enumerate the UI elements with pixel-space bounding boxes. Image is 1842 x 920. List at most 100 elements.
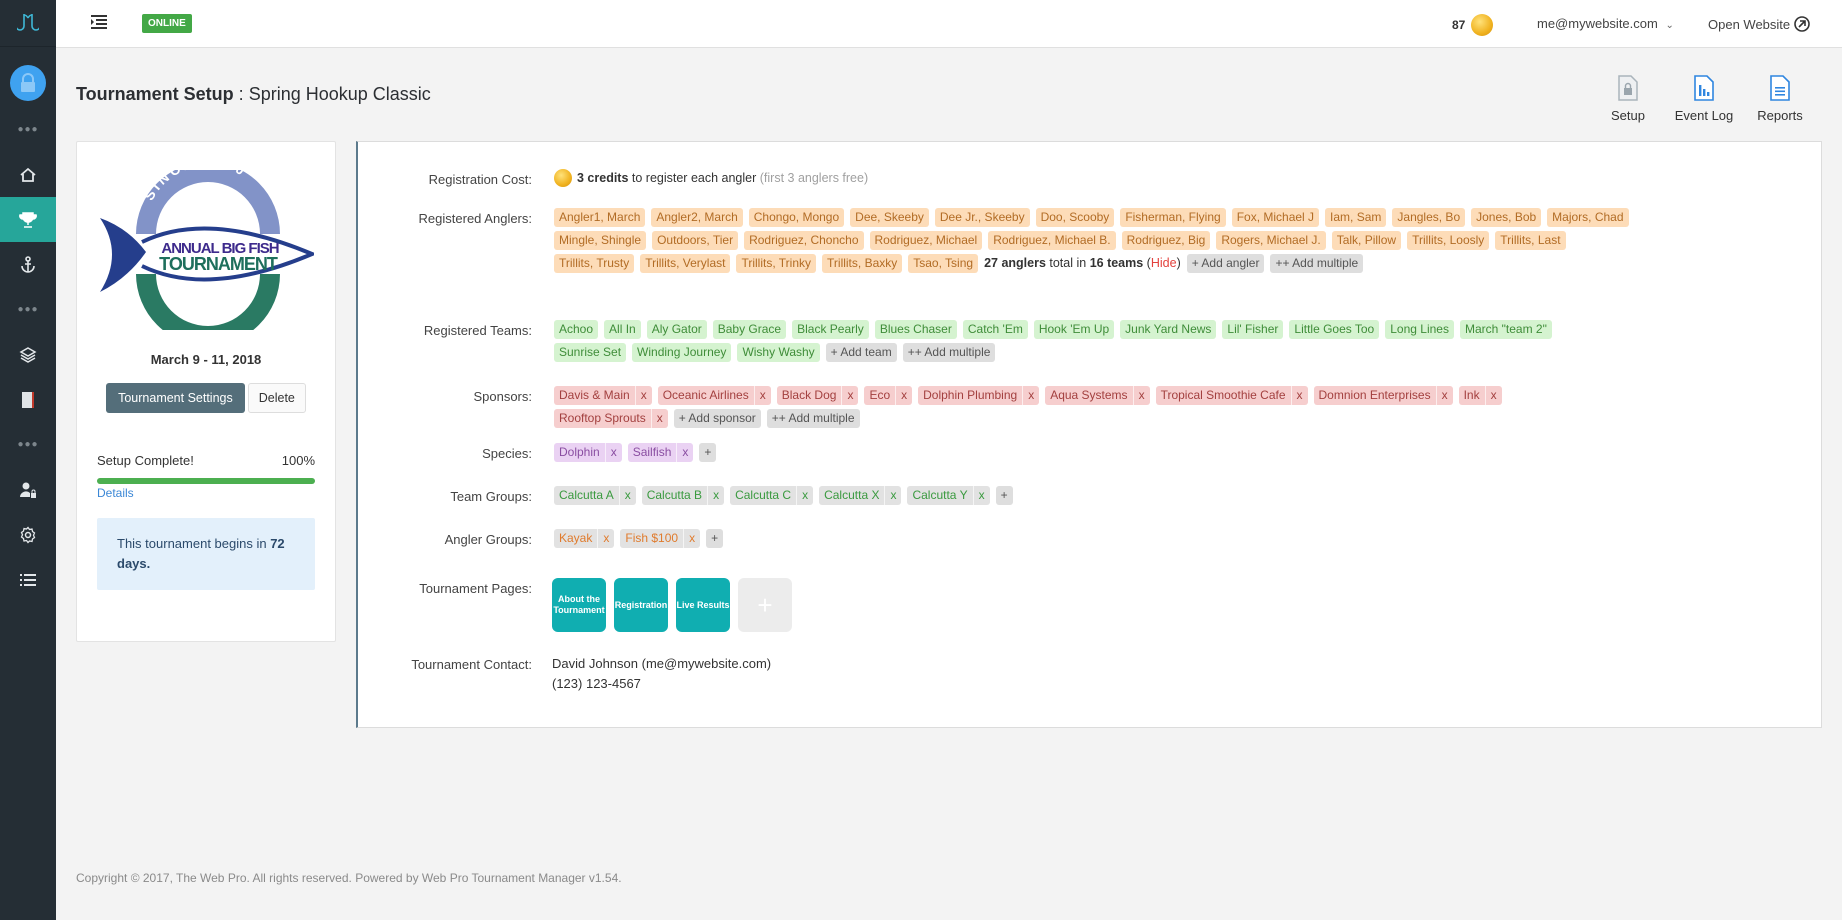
angler-chip[interactable]: Iam, Sam [1325, 208, 1387, 227]
remove-species-chip-button[interactable]: x [676, 443, 693, 462]
team-group-chip[interactable]: Calcutta X x [819, 486, 902, 505]
species-chip[interactable]: Dolphin x [554, 443, 622, 462]
remove-sponsor-chip-button[interactable]: x [1022, 386, 1039, 405]
sidebar-item-layers[interactable] [0, 332, 56, 377]
sponsor-chip[interactable]: Domnion Enterprises x [1313, 386, 1453, 405]
team-chip[interactable]: Blues Chaser [874, 320, 957, 339]
menu-toggle-button[interactable] [91, 15, 107, 32]
setup-action[interactable]: Setup [1590, 72, 1666, 123]
angler-group-chip[interactable]: Fish $100 x [620, 529, 701, 548]
sponsor-chip[interactable]: Black Dog x [776, 386, 859, 405]
open-website-link[interactable]: Open Website [1708, 16, 1810, 32]
credits-balance[interactable]: 87 [1452, 14, 1494, 36]
sidebar-item-list[interactable] [0, 557, 56, 602]
remove-species-chip-button[interactable]: x [604, 443, 622, 462]
team-chip[interactable]: March "team 2" [1459, 320, 1552, 339]
sponsor-chip[interactable]: Oceanic Airlines x [657, 386, 771, 405]
app-logo[interactable] [0, 0, 56, 47]
details-link[interactable]: Details [97, 486, 134, 500]
remove-angler-group-chip-button[interactable]: x [683, 529, 700, 548]
team-chip[interactable]: Winding Journey [632, 343, 732, 362]
angler-chip[interactable]: Fox, Michael J [1231, 208, 1320, 227]
sponsor-chip[interactable]: Davis & Main x [554, 386, 652, 405]
team-chip[interactable]: Black Pearly [792, 320, 869, 339]
remove-sponsor-chip-button[interactable]: x [841, 386, 858, 405]
team-chip[interactable]: Wishy Washy [737, 343, 820, 362]
tournament-settings-button[interactable]: Tournament Settings [106, 383, 245, 413]
angler-chip[interactable]: Jones, Bob [1471, 208, 1542, 227]
sponsor-chip[interactable]: Tropical Smoothie Cafe x [1155, 386, 1308, 405]
tournament-page-tile[interactable]: About the Tournament [552, 578, 606, 632]
remove-sponsor-chip-button[interactable]: x [650, 409, 668, 428]
angler-chip[interactable]: Dee, Skeeby [850, 208, 929, 227]
add-button[interactable]: + Add team [825, 343, 897, 362]
add-button[interactable]: + Add sponsor [673, 409, 761, 428]
sidebar-item-book[interactable] [0, 377, 56, 422]
remove-team-group-chip-button[interactable]: x [972, 486, 990, 505]
event-log-action[interactable]: Event Log [1666, 72, 1742, 123]
angler-chip[interactable]: Trillits, Last [1495, 231, 1566, 250]
team-group-chip[interactable]: Calcutta B x [641, 486, 725, 505]
angler-chip[interactable]: Trillits, Baxky [822, 254, 903, 273]
anglers-add-button[interactable]: + Add angler [1186, 254, 1265, 273]
team-group-chip[interactable]: Calcutta A x [554, 486, 636, 505]
team-group-chip[interactable]: Calcutta Y x [907, 486, 990, 505]
hide-anglers-link[interactable]: Hide [1151, 256, 1177, 270]
remove-sponsor-chip-button[interactable]: x [1484, 386, 1502, 405]
angler-chip[interactable]: Rodriguez, Michael B. [988, 231, 1116, 250]
team-chip[interactable]: Catch 'Em [962, 320, 1028, 339]
add-page-button[interactable]: + [738, 578, 792, 632]
delete-button[interactable]: Delete [247, 383, 306, 413]
team-chip[interactable]: Long Lines [1385, 320, 1454, 339]
add-button[interactable]: + [995, 486, 1013, 505]
sponsor-chip[interactable]: Dolphin Plumbing x [918, 386, 1040, 405]
angler-chip[interactable]: Trillits, Verylast [640, 254, 731, 273]
remove-sponsor-chip-button[interactable]: x [1435, 386, 1453, 405]
remove-sponsor-chip-button[interactable]: x [1290, 386, 1308, 405]
sponsor-chip[interactable]: Ink x [1458, 386, 1502, 405]
remove-team-group-chip-button[interactable]: x [796, 486, 813, 505]
angler-chip[interactable]: Rodriguez, Big [1121, 231, 1211, 250]
species-chip[interactable]: Sailfish x [627, 443, 694, 462]
sidebar-item-anchor[interactable] [0, 242, 56, 287]
angler-chip[interactable]: Rodriguez, Choncho [744, 231, 864, 250]
sponsor-chip[interactable]: Aqua Systems x [1045, 386, 1150, 405]
sidebar-item-settings[interactable] [0, 512, 56, 557]
angler-chip[interactable]: Fisherman, Flying [1120, 208, 1226, 227]
team-chip[interactable]: Sunrise Set [554, 343, 627, 362]
team-chip[interactable]: All In [604, 320, 641, 339]
remove-team-group-chip-button[interactable]: x [707, 486, 724, 505]
sponsor-chip[interactable]: Rooftop Sprouts x [554, 409, 668, 428]
angler-chip[interactable]: Rogers, Michael J. [1216, 231, 1326, 250]
reports-action[interactable]: Reports [1742, 72, 1818, 123]
add-button[interactable]: + [706, 529, 724, 548]
angler-chip[interactable]: Mingle, Shingle [554, 231, 647, 250]
remove-sponsor-chip-button[interactable]: x [895, 386, 912, 405]
angler-chip[interactable]: Trillits, Trusty [554, 254, 635, 273]
angler-chip[interactable]: Rodriguez, Michael [869, 231, 983, 250]
add-multiple-button[interactable]: ++ Add multiple [766, 409, 860, 428]
angler-chip[interactable]: Angler1, March [554, 208, 646, 227]
remove-team-group-chip-button[interactable]: x [618, 486, 636, 505]
angler-chip[interactable]: Trillits, Loosly [1407, 231, 1490, 250]
angler-chip[interactable]: Angler2, March [651, 208, 743, 227]
remove-sponsor-chip-button[interactable]: x [1132, 386, 1150, 405]
sidebar-item-tournaments[interactable] [0, 197, 56, 242]
angler-group-chip[interactable]: Kayak x [554, 529, 615, 548]
team-chip[interactable]: Lil' Fisher [1222, 320, 1284, 339]
angler-chip[interactable]: Tsao, Tsing [908, 254, 979, 273]
angler-chip[interactable]: Doo, Scooby [1035, 208, 1115, 227]
remove-sponsor-chip-button[interactable]: x [634, 386, 652, 405]
angler-chip[interactable]: Talk, Pillow [1331, 231, 1402, 250]
add-multiple-button[interactable]: ++ Add multiple [902, 343, 996, 362]
team-chip[interactable]: Aly Gator [646, 320, 707, 339]
angler-chip[interactable]: Trillits, Trinky [736, 254, 817, 273]
anglers-add-multiple-button[interactable]: ++ Add multiple [1270, 254, 1364, 273]
angler-chip[interactable]: Dee Jr., Skeeby [934, 208, 1030, 227]
sponsor-chip[interactable]: Eco x [864, 386, 913, 405]
tournament-page-tile[interactable]: Live Results [676, 578, 730, 632]
team-chip[interactable]: Baby Grace [712, 320, 787, 339]
lock-avatar[interactable] [10, 65, 46, 101]
sidebar-item-user-lock[interactable] [0, 467, 56, 512]
team-chip[interactable]: Junk Yard News [1120, 320, 1217, 339]
